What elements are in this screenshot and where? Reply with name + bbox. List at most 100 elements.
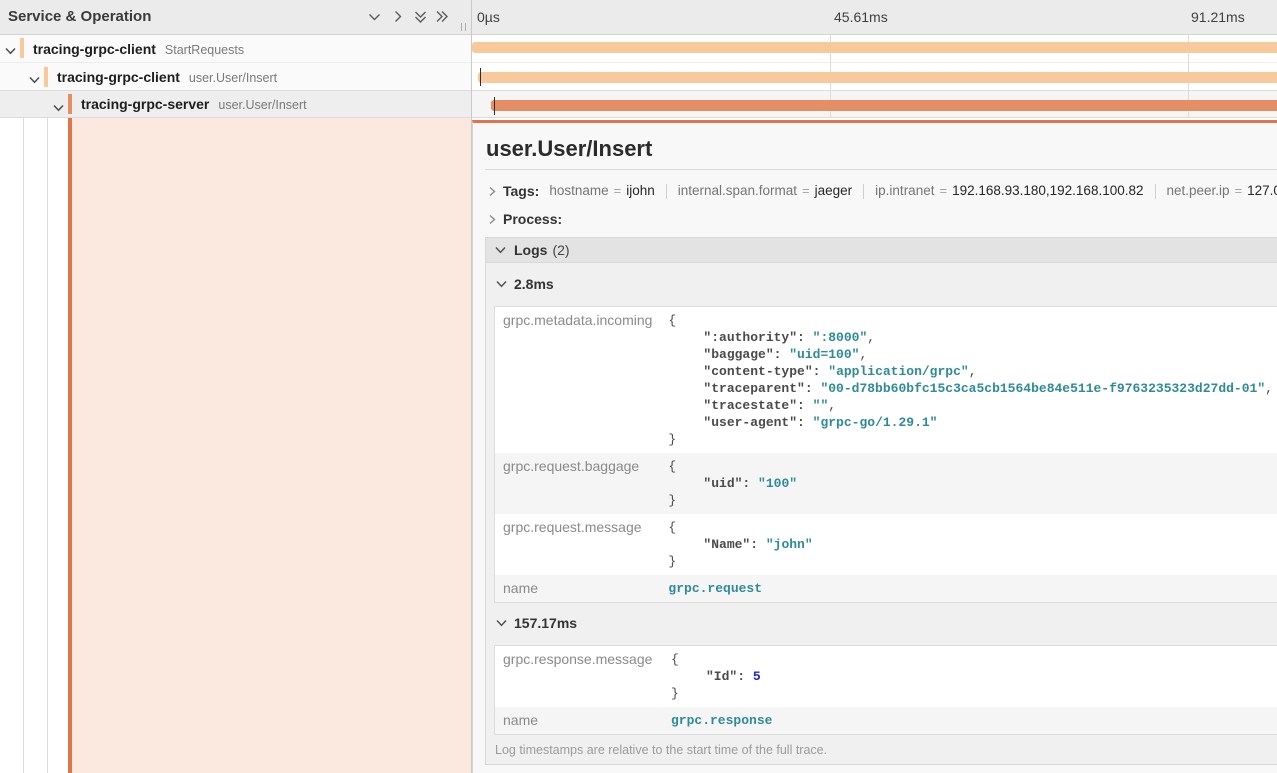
json-line: "uid": "100" <box>668 475 1273 492</box>
json-line: ":authority": ":8000", <box>668 329 1273 346</box>
span-duration-bar[interactable] <box>472 42 1277 53</box>
equals-sign: = <box>614 183 622 198</box>
string-value: grpc.response <box>671 713 772 728</box>
tag-entry: ip.intranet=192.168.93.180,192.168.100.8… <box>875 182 1143 200</box>
expand-all-icon[interactable] <box>436 11 449 23</box>
span-log-marker[interactable] <box>480 68 481 86</box>
json-brace: } <box>668 431 1273 448</box>
span-detail-accent-fill[interactable] <box>72 118 471 773</box>
json-key: "content-type": <box>703 364 820 379</box>
field-key: name <box>495 707 663 734</box>
json-string: "john" <box>766 537 813 552</box>
json-brace: } <box>668 492 1273 509</box>
json-key: "Id": <box>706 669 745 684</box>
span-duration-bar[interactable] <box>491 100 1277 111</box>
service-name[interactable]: tracing-grpc-client <box>33 41 156 57</box>
tag-value: 127.0 <box>1247 183 1277 198</box>
json-line: "baggage": "uid=100", <box>668 346 1273 363</box>
tree-indent-guide <box>47 91 48 773</box>
span-row-selected[interactable]: tracing-grpc-server user.User/Insert <box>0 90 1277 118</box>
tags-summary-list: hostname=ijohninternal.span.format=jaege… <box>549 182 1277 200</box>
json-brace: { <box>668 312 1273 329</box>
chevron-right-icon[interactable] <box>489 214 496 225</box>
operation-name[interactable]: StartRequests <box>165 41 244 57</box>
chevron-down-icon[interactable] <box>496 619 507 627</box>
field-value: grpc.request <box>660 575 1277 602</box>
span-detail-accent-strip[interactable] <box>68 118 72 773</box>
key-value-row: grpc.request.baggage{"uid": "100"} <box>495 453 1277 514</box>
span-detail-panel: user.User/Insert Tags: hostname=ijohnint… <box>472 120 1277 773</box>
chevron-down-icon[interactable] <box>495 246 506 254</box>
span-row-timeline-cell <box>472 35 1277 62</box>
logs-accordion: Logs (2) 2.8ms grpc.metadata.incoming{":a… <box>485 237 1277 765</box>
tag-key: ip.intranet <box>875 183 934 198</box>
span-duration-bar[interactable] <box>478 72 1277 83</box>
equals-sign: = <box>1235 183 1243 198</box>
field-key: grpc.request.message <box>495 514 660 575</box>
span-row-name-cell: tracing-grpc-server user.User/Insert <box>0 91 471 117</box>
field-key: name <box>495 575 660 602</box>
timeline-header: Service & Operation 0µs 45.61ms 91.21ms <box>0 0 1277 35</box>
chevron-right-icon[interactable] <box>489 186 496 197</box>
collapse-chevron-icon[interactable] <box>29 71 40 89</box>
key-values-table: grpc.response.message{"Id": 5}namegrpc.r… <box>494 645 1277 735</box>
collapse-chevron-icon[interactable] <box>53 99 64 117</box>
logs-accordion-header[interactable]: Logs (2) <box>485 237 1277 263</box>
span-row[interactable]: tracing-grpc-client user.User/Insert <box>0 62 1277 90</box>
json-number: 5 <box>753 669 761 684</box>
json-string: ":8000" <box>813 330 868 345</box>
json-line: "tracestate": "", <box>668 397 1273 414</box>
span-log-marker[interactable] <box>494 97 495 115</box>
field-value: {"Id": 5} <box>663 646 1277 707</box>
key-value-row: grpc.metadata.incoming{":authority": ":8… <box>495 307 1277 453</box>
key-value-row: name grpc.request <box>495 575 1277 602</box>
service-name[interactable]: tracing-grpc-client <box>57 69 180 85</box>
span-row-timeline-cell <box>472 63 1277 90</box>
log-timestamp-header[interactable]: 157.17ms <box>494 610 1277 636</box>
expand-one-icon[interactable] <box>392 11 404 23</box>
process-accordion[interactable]: Process: <box>485 205 1277 233</box>
json-line: "content-type": "application/grpc", <box>668 363 1273 380</box>
json-key: "baggage": <box>703 347 781 362</box>
field-key: grpc.response.message <box>495 646 663 707</box>
chevron-down-icon[interactable] <box>496 280 507 288</box>
json-line: "Id": 5 <box>671 668 1272 685</box>
tree-indent-guide <box>23 62 24 773</box>
collapse-one-icon[interactable] <box>368 11 381 23</box>
service-name[interactable]: tracing-grpc-server <box>81 96 209 112</box>
json-key: "traceparent": <box>703 381 812 396</box>
json-line: "traceparent": "00-d78bb60bfc15c3ca5cb15… <box>668 380 1273 397</box>
tag-key: net.peer.ip <box>1167 183 1230 198</box>
string-value: grpc.request <box>668 581 762 596</box>
tags-accordion[interactable]: Tags: hostname=ijohninternal.span.format… <box>485 177 1277 205</box>
span-row-name-cell: tracing-grpc-client user.User/Insert <box>0 63 471 90</box>
key-value-row: grpc.response.message{"Id": 5} <box>495 646 1277 707</box>
tag-entry: internal.span.format=jaeger <box>678 182 852 200</box>
json-string: "100" <box>758 476 797 491</box>
log-timestamp-header[interactable]: 2.8ms <box>494 271 1277 297</box>
field-key: grpc.request.baggage <box>495 453 660 514</box>
span-row[interactable]: tracing-grpc-client StartRequests <box>0 35 1277 62</box>
log-group: 157.17ms grpc.response.message{"Id": 5}na… <box>494 610 1277 735</box>
operation-name[interactable]: user.User/Insert <box>189 69 277 85</box>
tag-value: jaeger <box>815 183 853 198</box>
key-values-table: grpc.metadata.incoming{":authority": ":8… <box>494 306 1277 603</box>
collapse-chevron-icon[interactable] <box>5 42 16 60</box>
operation-name[interactable]: user.User/Insert <box>218 96 306 112</box>
json-brace: { <box>671 651 1272 668</box>
json-key: "uid": <box>703 476 750 491</box>
tag-separator <box>666 184 667 199</box>
json-brace: { <box>668 519 1273 536</box>
column-divider[interactable] <box>471 0 472 773</box>
span-row-timeline-cell <box>472 91 1277 117</box>
json-string: "uid=100" <box>789 347 859 362</box>
json-brace: } <box>668 553 1273 570</box>
logs-label: Logs <box>514 242 547 258</box>
field-value: {"uid": "100"} <box>660 453 1277 514</box>
json-key: "tracestate": <box>703 398 804 413</box>
span-detail-title: user.User/Insert <box>485 135 1277 170</box>
column-resizer-grip[interactable] <box>461 23 467 31</box>
collapse-all-icon[interactable] <box>414 11 427 24</box>
json-string: "grpc-go/1.29.1" <box>813 415 938 430</box>
log-timestamp: 157.17ms <box>514 615 577 631</box>
